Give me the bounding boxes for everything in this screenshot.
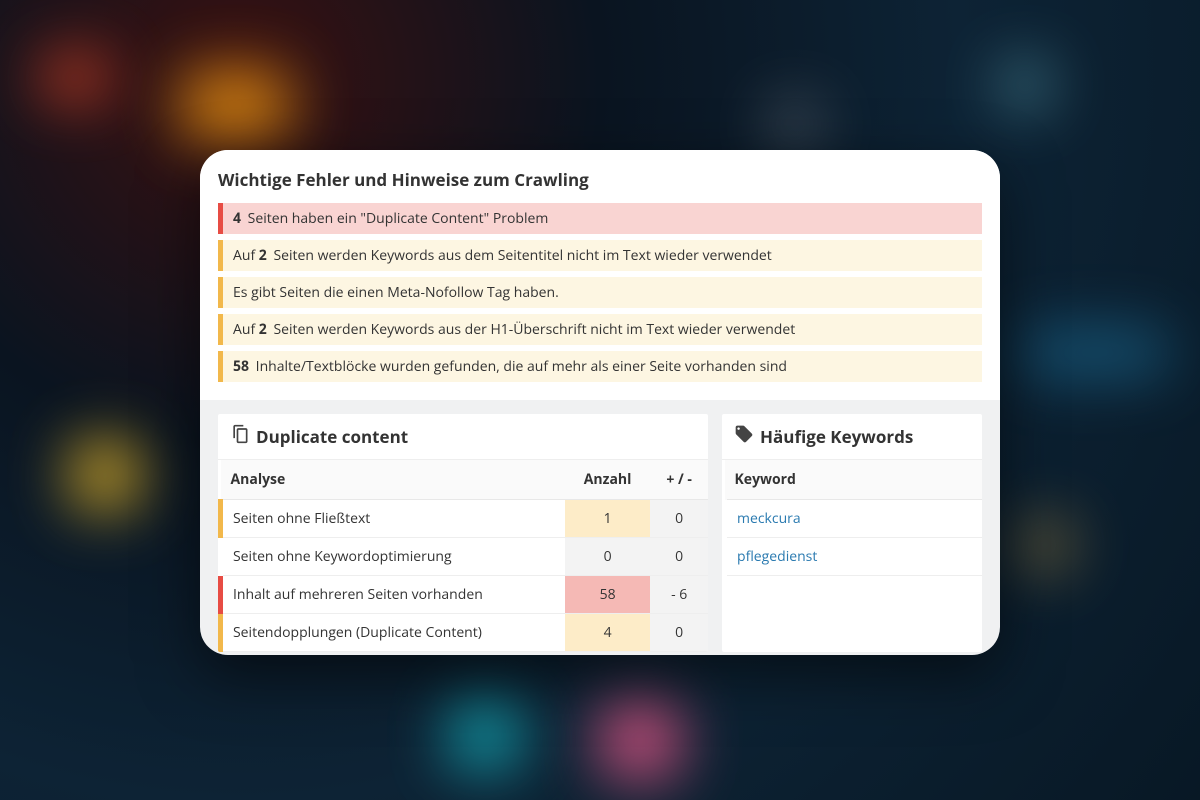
row-delta: 0 [650, 500, 708, 538]
alert-text: Seiten haben ein "Duplicate Content" Pro… [244, 209, 548, 228]
alert-count: 4 [233, 209, 241, 228]
row-count: 58 [565, 576, 651, 614]
row-count: 4 [565, 614, 651, 652]
panel-title: Häufige Keywords [760, 425, 913, 448]
col-keyword[interactable]: Keyword [725, 460, 983, 500]
row-label: Seitendopplungen (Duplicate Content) [221, 614, 565, 652]
col-delta[interactable]: + / - [650, 460, 708, 500]
duplicate-content-header: Duplicate content [218, 414, 708, 460]
col-anzahl[interactable]: Anzahl [565, 460, 651, 500]
duplicate-content-table: Analyse Anzahl + / - Seiten ohne Fließte… [218, 460, 708, 652]
row-label: Seiten ohne Fließtext [221, 500, 565, 538]
duplicate-content-panel: Duplicate content Analyse Anzahl + / - S… [218, 414, 708, 652]
tag-icon [734, 424, 754, 449]
seo-report-card: Wichtige Fehler und Hinweise zum Crawlin… [200, 150, 1000, 655]
table-row[interactable]: Seiten ohne Fließtext 1 0 [221, 500, 709, 538]
alert-count: 58 [233, 357, 249, 376]
alert-prefix: Auf [233, 320, 259, 339]
alert-textblocks[interactable]: 58 Inhalte/Textblöcke wurden gefunden, d… [218, 351, 982, 382]
alert-text: Seiten werden Keywords aus dem Seitentit… [270, 246, 772, 265]
copy-icon [230, 424, 250, 449]
alert-text: Seiten werden Keywords aus der H1-Übersc… [270, 320, 795, 339]
row-count: 1 [565, 500, 651, 538]
keywords-panel: Häufige Keywords Keyword meckcura pflege… [722, 414, 982, 652]
crawling-errors-panel: Wichtige Fehler und Hinweise zum Crawlin… [200, 150, 1000, 400]
alert-count: 2 [259, 320, 267, 339]
row-label: Inhalt auf mehreren Seiten vorhanden [221, 576, 565, 614]
alert-count: 2 [259, 246, 267, 265]
row-count: 0 [565, 538, 651, 576]
table-row[interactable]: Seitendopplungen (Duplicate Content) 4 0 [221, 614, 709, 652]
row-delta: - 6 [650, 576, 708, 614]
alert-prefix: Auf [233, 246, 259, 265]
keywords-header: Häufige Keywords [722, 414, 982, 460]
table-row[interactable]: pflegedienst [725, 538, 983, 576]
keyword-link[interactable]: meckcura [737, 509, 801, 528]
crawling-errors-title: Wichtige Fehler und Hinweise zum Crawlin… [218, 168, 982, 191]
table-row[interactable]: Seiten ohne Keywordoptimierung 0 0 [221, 538, 709, 576]
keywords-table: Keyword meckcura pflegedienst [722, 460, 982, 576]
row-label: Seiten ohne Keywordoptimierung [221, 538, 565, 576]
row-delta: 0 [650, 614, 708, 652]
table-row[interactable]: Inhalt auf mehreren Seiten vorhanden 58 … [221, 576, 709, 614]
alert-meta-nofollow[interactable]: Es gibt Seiten die einen Meta-Nofollow T… [218, 277, 982, 308]
col-analyse[interactable]: Analyse [221, 460, 565, 500]
keyword-link[interactable]: pflegedienst [737, 547, 817, 566]
alert-duplicate-content[interactable]: 4 Seiten haben ein "Duplicate Content" P… [218, 203, 982, 234]
alert-text: Es gibt Seiten die einen Meta-Nofollow T… [233, 283, 559, 302]
alert-title-keywords[interactable]: Auf 2 Seiten werden Keywords aus dem Sei… [218, 240, 982, 271]
table-row[interactable]: meckcura [725, 500, 983, 538]
alert-text: Inhalte/Textblöcke wurden gefunden, die … [252, 357, 787, 376]
alert-h1-keywords[interactable]: Auf 2 Seiten werden Keywords aus der H1-… [218, 314, 982, 345]
row-delta: 0 [650, 538, 708, 576]
panel-title: Duplicate content [256, 425, 408, 448]
